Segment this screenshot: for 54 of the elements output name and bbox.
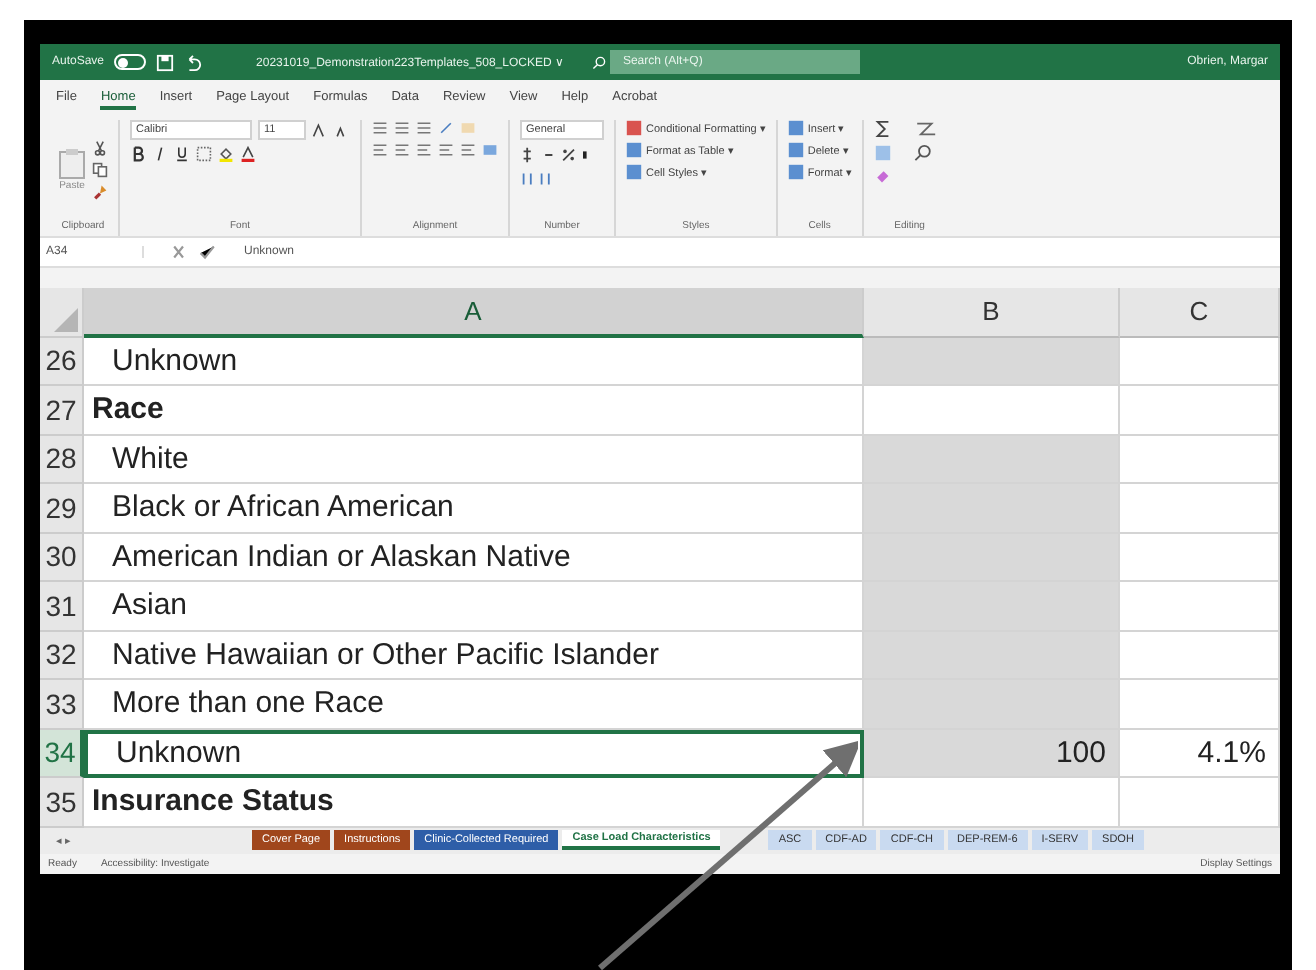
row-header[interactable]: 28: [40, 435, 84, 484]
align-icon[interactable]: [460, 142, 476, 158]
align-icon[interactable]: [416, 120, 432, 136]
table-cell: 4.1%: [1120, 729, 1280, 778]
table-cell: American Indian or Alaskan Native: [84, 533, 864, 582]
scissors-icon[interactable]: [92, 140, 108, 156]
underline-icon[interactable]: [174, 146, 190, 162]
row-header[interactable]: 33: [40, 680, 84, 729]
orientation-icon[interactable]: [438, 120, 454, 136]
row-header[interactable]: 31: [40, 582, 84, 631]
align-icon[interactable]: [394, 142, 410, 158]
table-cell: 100: [864, 729, 1120, 778]
row-header[interactable]: 26: [40, 337, 84, 386]
column-header[interactable]: C: [1120, 288, 1280, 337]
table-cell: Native Hawaiian or Other Pacific Islander: [84, 631, 864, 680]
table-cell: More than one Race: [84, 680, 864, 729]
column-header[interactable]: A: [84, 288, 864, 337]
row-header[interactable]: 27: [40, 386, 84, 435]
autosave-toggle[interactable]: [114, 54, 147, 70]
undo-icon[interactable]: [184, 53, 203, 71]
copy-icon[interactable]: [92, 162, 108, 178]
eraser-icon[interactable]: [873, 168, 890, 184]
row-header[interactable]: 34: [40, 729, 84, 778]
column-header[interactable]: B: [864, 288, 1120, 337]
clipboard-icon: [58, 148, 86, 180]
align-icon[interactable]: [438, 142, 454, 158]
italic-icon[interactable]: [152, 146, 168, 162]
fill-color-icon[interactable]: [218, 146, 234, 162]
table-cell: Black or African American: [84, 484, 864, 533]
search-icon: [592, 55, 607, 69]
cancel-enter-icon: [172, 244, 216, 260]
font-color-icon[interactable]: [240, 146, 256, 162]
borders-icon[interactable]: [196, 146, 212, 162]
table-cell: Unknown: [84, 337, 864, 386]
row-header[interactable]: 30: [40, 533, 84, 582]
bold-icon[interactable]: [130, 146, 146, 162]
row-header[interactable]: 35: [40, 778, 84, 827]
align-icon[interactable]: [372, 120, 388, 136]
table-cell: Unknown: [84, 729, 864, 778]
save-icon[interactable]: [156, 53, 175, 71]
decimal-icon[interactable]: [520, 170, 556, 188]
row-header[interactable]: 29: [40, 484, 84, 533]
row-header[interactable]: 32: [40, 631, 84, 680]
table-cell: Asian: [84, 582, 864, 631]
grow-font-icon[interactable]: [312, 122, 328, 138]
align-icon[interactable]: [372, 142, 388, 158]
brush-icon[interactable]: [92, 184, 108, 200]
align-icon[interactable]: [394, 120, 410, 136]
corner-triangle-icon: [54, 307, 78, 331]
align-icon[interactable]: [416, 142, 432, 158]
shrink-font-icon[interactable]: [334, 122, 350, 138]
table-cell: White: [84, 435, 864, 484]
table-cell: Race: [84, 386, 864, 435]
currency-percent-icon[interactable]: [520, 146, 592, 164]
